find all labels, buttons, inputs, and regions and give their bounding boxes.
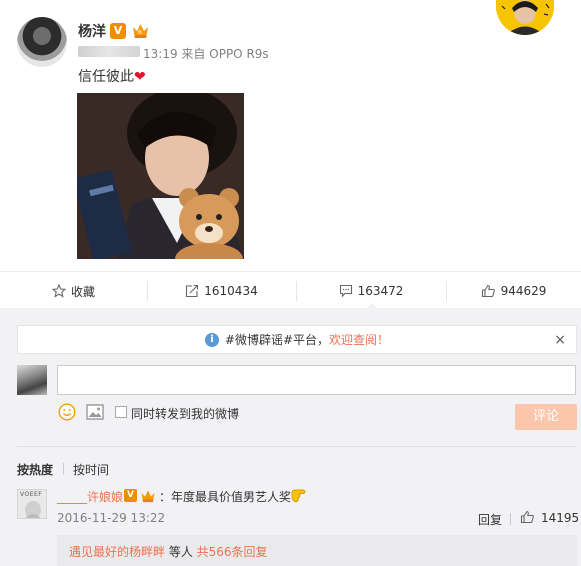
forward-label: 同时转发到我的微博 [131, 407, 240, 421]
sub-reply-names[interactable]: 遇见最好的杨畔畔 [69, 545, 165, 559]
sort-by-time-tab[interactable]: 按时间 [73, 461, 109, 478]
close-icon[interactable]: × [554, 332, 566, 348]
section-divider [17, 446, 577, 447]
star-icon [51, 284, 66, 298]
submit-comment-button[interactable]: 评论 [515, 404, 577, 430]
comment-count: 163472 [357, 284, 404, 298]
comment-date: 2016-11-29 13:22 [57, 511, 166, 525]
poster-username[interactable]: 杨洋 [78, 21, 106, 41]
comment-action-divider [510, 513, 511, 525]
commenter-avatar-art [25, 501, 41, 518]
notice-link[interactable]: 欢迎查阅！ [329, 331, 389, 348]
photo-illustration [77, 93, 244, 259]
post-source-device[interactable]: OPPO R9s [209, 47, 268, 61]
favorite-button[interactable]: 收藏 [0, 272, 147, 310]
comment-input[interactable] [57, 365, 576, 395]
poster-avatar[interactable] [17, 17, 67, 67]
pointing-hand-emoji-icon [291, 489, 306, 503]
repost-count: 1610434 [204, 284, 258, 298]
reply-button[interactable]: 回复 [478, 511, 502, 528]
verified-badge-icon: V [110, 23, 126, 39]
comment-thumbs-up-icon[interactable] [520, 510, 535, 524]
post-photo[interactable] [77, 93, 244, 259]
like-count: 944629 [500, 284, 547, 298]
comment-panel: i #微博辟谣#平台， 欢迎查阅！ × 同时转发到我的微博 评论 按热度 按时间… [0, 309, 581, 566]
rumor-notice-banner: i #微博辟谣#平台， 欢迎查阅！ × [17, 325, 577, 354]
sort-divider [63, 463, 64, 475]
post-time[interactable]: 13:19 [143, 47, 178, 61]
like-button[interactable]: 944629 [446, 272, 581, 310]
sub-reply-middle: 等人 [165, 545, 197, 559]
commenter-crown-icon[interactable] [140, 488, 156, 503]
thumbs-up-icon [481, 284, 495, 298]
info-icon: i [204, 332, 219, 347]
commenter-avatar[interactable]: VOEEF [17, 489, 47, 519]
comment-icon [339, 284, 352, 298]
emoji-icon[interactable] [58, 403, 76, 421]
favorite-label: 收藏 [70, 284, 95, 299]
comment-text: ：年度最具价值男艺人奖 [159, 490, 292, 504]
post-text-body: 信任彼此 [78, 69, 134, 85]
commenter-verified-badge-icon: V [124, 489, 137, 502]
commenter-name[interactable]: _____许娘娘 [57, 488, 123, 505]
comment-like-count: 14195 [541, 511, 580, 525]
notice-hashtag[interactable]: #微博辟谣#平台， [225, 331, 329, 348]
sub-replies-summary[interactable]: 遇见最好的杨畔畔 等人 共566条回复 [57, 535, 577, 566]
repost-button[interactable]: 1610434 [147, 272, 296, 310]
post-source-prefix: 来自 [181, 47, 206, 61]
heart-emoji-icon: ❤ [134, 69, 146, 85]
blurred-date [78, 46, 140, 57]
current-user-avatar[interactable] [17, 365, 47, 395]
image-icon[interactable] [86, 404, 104, 420]
svg-text:6: 6 [138, 29, 142, 36]
post-meta: 13:19 来自 OPPO R9s [143, 45, 269, 62]
sort-by-hot-tab[interactable]: 按热度 [17, 461, 53, 478]
forward-checkbox[interactable] [115, 406, 127, 418]
repost-icon [186, 284, 199, 298]
post-text: 信任彼此❤ [78, 66, 146, 86]
member-crown-icon[interactable]: 6 [131, 21, 150, 39]
sub-reply-count-link[interactable]: 共566条回复 [197, 545, 268, 559]
post-action-bar: 收藏 1610434 163472 944629 [0, 271, 581, 309]
corner-profile-avatar[interactable] [496, 0, 554, 35]
corner-avatar-art [496, 0, 554, 35]
